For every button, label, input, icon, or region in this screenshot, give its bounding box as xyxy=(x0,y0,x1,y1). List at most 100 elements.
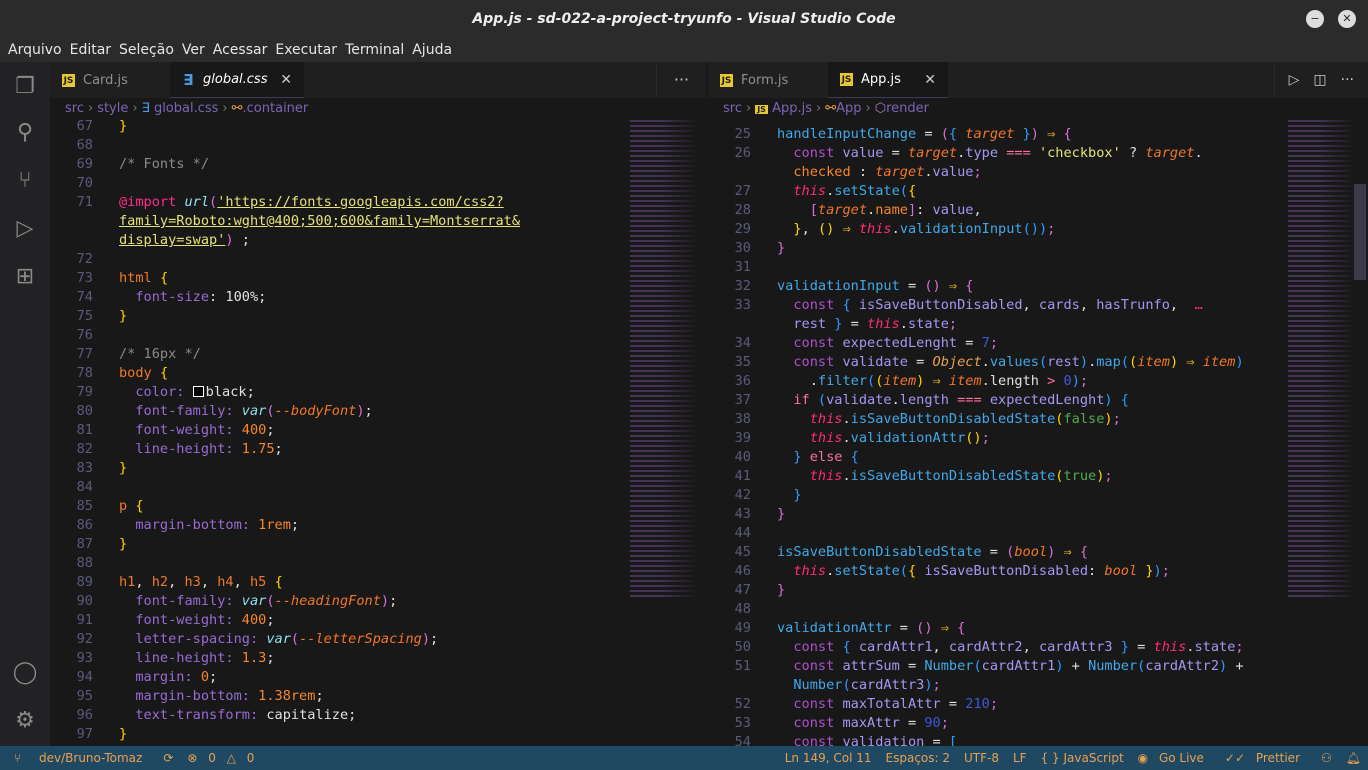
tab-card-js[interactable]: JS Card.js xyxy=(50,62,170,98)
code-line[interactable]: 26 const value = target. type === 'checkb… xyxy=(708,144,1368,163)
code-line[interactable]: 68 xyxy=(50,136,706,155)
code-line[interactable]: 42 } xyxy=(708,486,1368,505)
menu-arquivo[interactable]: Arquivo xyxy=(8,42,62,58)
breadcrumb-item[interactable]: render xyxy=(886,101,929,116)
code-line[interactable]: 45 isSaveButtonDisabledState = (bool) ⇒ { xyxy=(708,543,1368,562)
code-line[interactable]: 30} xyxy=(708,239,1368,258)
code-line[interactable]: 97} xyxy=(50,725,706,744)
code-line[interactable]: 77 /* 16px */ xyxy=(50,345,706,364)
indentation[interactable]: Espaços: 2 xyxy=(886,751,951,765)
code-line[interactable]: rest } = this.state; xyxy=(708,315,1368,334)
code-line[interactable]: 50 const { cardAttr1, cardAttr2, cardAtt… xyxy=(708,638,1368,657)
code-line[interactable]: 91 font-weight: 400; xyxy=(50,611,706,630)
account-icon[interactable]: ◯ xyxy=(12,660,38,686)
code-line[interactable]: 39 this.validationAttr(); xyxy=(708,429,1368,448)
code-line[interactable]: 46 this.setState({ isSaveButtonDisabled:… xyxy=(708,562,1368,581)
code-line[interactable]: 90 font-family: var(--headingFont); xyxy=(50,592,706,611)
close-tab-icon[interactable]: ✕ xyxy=(280,72,292,88)
menu-ver[interactable]: Ver xyxy=(182,42,205,58)
code-line[interactable]: 80 font-family: var(--bodyFont); xyxy=(50,402,706,421)
menu-ajuda[interactable]: Ajuda xyxy=(412,42,452,58)
code-line[interactable]: 71 @import url('https://fonts.googleapis.… xyxy=(50,193,706,212)
code-line[interactable]: 43} xyxy=(708,505,1368,524)
encoding[interactable]: UTF-8 xyxy=(964,751,999,765)
code-line[interactable]: 53 const maxAttr = 90; xyxy=(708,714,1368,733)
extensions-icon[interactable]: ⊞ xyxy=(12,264,38,290)
menu-terminal[interactable]: Terminal xyxy=(345,42,404,58)
code-line[interactable]: 79 color: black; xyxy=(50,383,706,402)
breadcrumb-item[interactable]: src xyxy=(723,101,742,116)
code-editor[interactable]: 25 handleInputChange = ({ target }) ⇒ {26… xyxy=(708,125,1368,746)
code-line[interactable]: 33 const { isSaveButtonDisabled, cards, … xyxy=(708,296,1368,315)
minimize-button[interactable]: − xyxy=(1306,10,1324,28)
code-line[interactable]: 36 .filter((item) ⇒ item.length > 0); xyxy=(708,372,1368,391)
scrollbar-thumb[interactable] xyxy=(1354,184,1366,280)
code-line[interactable]: 67} xyxy=(50,117,706,136)
notifications-bell-icon[interactable]: 🔔︎ xyxy=(1346,751,1361,765)
code-line[interactable]: 31 xyxy=(708,258,1368,277)
minimap[interactable] xyxy=(1288,120,1363,600)
menu-selecao[interactable]: Seleção xyxy=(119,42,174,58)
code-line[interactable]: 96 text-transform: capitalize; xyxy=(50,706,706,725)
line-ending[interactable]: LF xyxy=(1013,751,1027,765)
breadcrumb-item[interactable]: src xyxy=(65,101,84,116)
code-line[interactable]: 52 const maxTotalAttr = 210; xyxy=(708,695,1368,714)
cursor-position[interactable]: Ln 149, Col 11 xyxy=(785,751,872,765)
code-line[interactable]: 54 const validation = [ xyxy=(708,733,1368,746)
code-line[interactable]: 69 /* Fonts */ xyxy=(50,155,706,174)
code-line[interactable]: 82 line-height: 1.75; xyxy=(50,440,706,459)
explorer-icon[interactable]: ❐ xyxy=(12,74,38,100)
feedback-icon[interactable]: ⚇ xyxy=(1321,751,1332,765)
close-tab-icon[interactable]: ✕ xyxy=(924,72,936,88)
breadcrumb-item[interactable]: .container xyxy=(243,101,309,116)
settings-gear-icon[interactable]: ⚙ xyxy=(12,708,38,734)
breadcrumb-item[interactable]: App xyxy=(836,101,861,116)
code-line[interactable]: 74 font-size: 100%; xyxy=(50,288,706,307)
run-debug-icon[interactable]: ▷ xyxy=(12,216,38,242)
more-actions-icon[interactable]: ··· xyxy=(1341,72,1354,88)
search-icon[interactable]: ⚲ xyxy=(12,120,38,146)
run-icon[interactable]: ▷ xyxy=(1289,72,1300,88)
code-line[interactable]: 72 xyxy=(50,250,706,269)
code-line[interactable]: 37 if (validate.length === expectedLengh… xyxy=(708,391,1368,410)
code-line[interactable]: 73 html { xyxy=(50,269,706,288)
tab-form-js[interactable]: JS Form.js xyxy=(708,62,828,98)
language-mode[interactable]: { } JavaScript xyxy=(1041,751,1124,765)
code-line[interactable]: 40 } else { xyxy=(708,448,1368,467)
breadcrumb-item[interactable]: style xyxy=(97,101,128,116)
code-line[interactable]: Number(cardAttr3); xyxy=(708,676,1368,695)
code-line[interactable]: 51 const attrSum = Number(cardAttr1) + N… xyxy=(708,657,1368,676)
code-line[interactable]: 83} xyxy=(50,459,706,478)
go-live-button[interactable]: ◉ Go Live xyxy=(1138,751,1211,765)
tab-global-css[interactable]: ∃ global.css ✕ xyxy=(170,62,304,98)
code-line[interactable]: 95 margin-bottom: 1.38rem; xyxy=(50,687,706,706)
code-line[interactable]: 27 this.setState({ xyxy=(708,182,1368,201)
code-line[interactable]: 35 const validate = Object.values(rest).… xyxy=(708,353,1368,372)
code-line[interactable]: 32 validationInput = () ⇒ { xyxy=(708,277,1368,296)
code-editor[interactable]: 67} 68 69/* Fonts */70 71 @import url('https… xyxy=(50,117,706,744)
menu-acessar[interactable]: Acessar xyxy=(213,42,268,58)
split-editor-icon[interactable]: ◫ xyxy=(1313,72,1326,88)
problems-indicator[interactable]: ⊗ 0 △ 0 xyxy=(187,751,261,765)
code-line[interactable]: family=Roboto:wght@400;500;600&family=Mo… xyxy=(50,212,706,231)
code-line[interactable]: 75} xyxy=(50,307,706,326)
code-line[interactable]: 89 h1, h2, h3, h4, h5 { xyxy=(50,573,706,592)
code-line[interactable]: display=swap') ; xyxy=(50,231,706,250)
code-line[interactable]: 49 validationAttr = () ⇒ { xyxy=(708,619,1368,638)
code-line[interactable]: 86 margin-bottom: 1rem; xyxy=(50,516,706,535)
code-line[interactable]: 87} xyxy=(50,535,706,554)
code-line[interactable]: 38 this.isSaveButtonDisabledState(false)… xyxy=(708,410,1368,429)
code-line[interactable]: 93 line-height: 1.3; xyxy=(50,649,706,668)
code-line[interactable]: 44 xyxy=(708,524,1368,543)
tab-app-js[interactable]: JS App.js ✕ xyxy=(828,62,948,98)
code-line[interactable]: 48 xyxy=(708,600,1368,619)
branch-indicator[interactable]: ⑂ dev/Bruno-Tomaz xyxy=(7,751,149,765)
code-line[interactable]: 29 }, () ⇒ this.validationInput()); xyxy=(708,220,1368,239)
breadcrumb-item[interactable]: App.js xyxy=(772,101,812,116)
code-line[interactable]: 41 this.isSaveButtonDisabledState(true); xyxy=(708,467,1368,486)
code-line[interactable]: 81 font-weight: 400; xyxy=(50,421,706,440)
code-line[interactable]: checked : target.value; xyxy=(708,163,1368,182)
code-line[interactable]: 84 xyxy=(50,478,706,497)
code-line[interactable]: 34 const expectedLenght = 7; xyxy=(708,334,1368,353)
code-line[interactable]: 78 body { xyxy=(50,364,706,383)
